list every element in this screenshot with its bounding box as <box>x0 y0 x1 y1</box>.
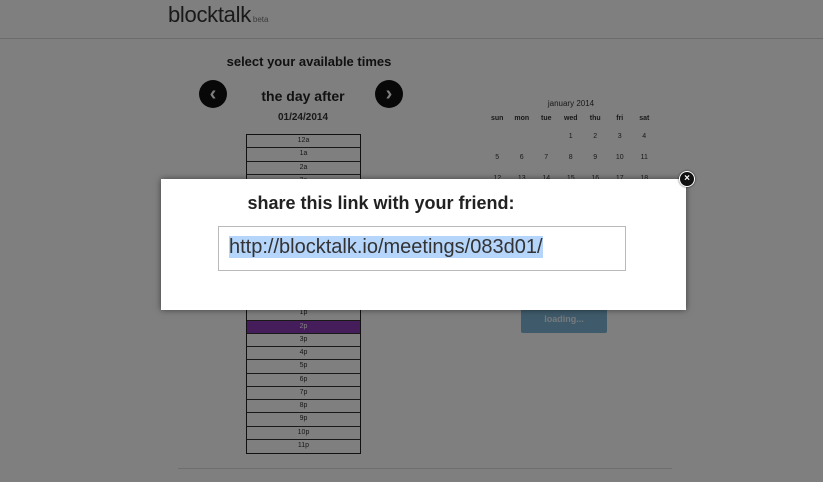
close-modal-button[interactable]: × <box>679 171 695 187</box>
share-link-text[interactable]: http://blocktalk.io/meetings/083d01/ <box>229 236 543 258</box>
share-link-field[interactable]: http://blocktalk.io/meetings/083d01/ <box>218 226 626 271</box>
share-modal: share this link with your friend: http:/… <box>161 179 686 310</box>
close-icon: × <box>684 173 690 184</box>
modal-title: share this link with your friend: <box>247 193 515 213</box>
